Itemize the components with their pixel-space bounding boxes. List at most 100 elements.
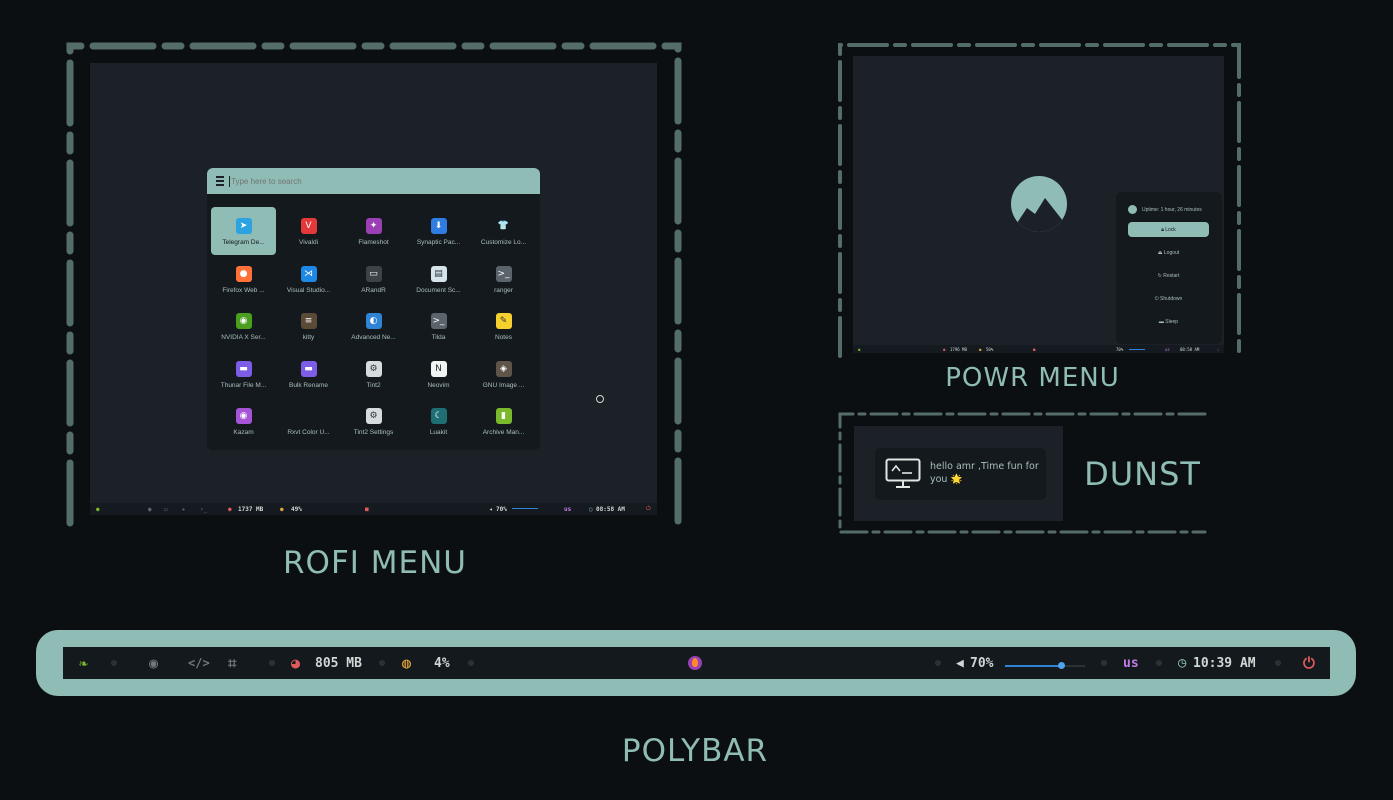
keyboard-layout[interactable]: us (1123, 647, 1139, 679)
code-icon[interactable]: </> (188, 647, 210, 679)
luakit-icon: ☾ (430, 408, 447, 424)
rofi-app-item[interactable]: >_ Tilda (406, 302, 471, 350)
firefox-icon: ● (235, 265, 252, 282)
rofi-bar-time: 08:58 AM (596, 505, 625, 513)
rofi-app-label: Rxvt Color U... (287, 429, 330, 436)
separator-dot (269, 660, 275, 666)
rofi-app-item[interactable]: ▬ Bulk Rename (276, 350, 341, 398)
sleep-option[interactable]: ▬ Sleep (1128, 314, 1209, 329)
rofi-app-item[interactable]: ◉ Kazam (211, 397, 276, 445)
rofi-app-grid: ➤ Telegram De... V Vivaldi ✦ Flameshot ⬇ Synapt… (211, 207, 536, 445)
rofi-bar-memory: 1737 MB (238, 505, 264, 513)
rofi-app-item[interactable]: V Vivaldi (276, 207, 341, 255)
arandr-icon: ▭ (365, 265, 382, 282)
memory-icon: ● (228, 505, 232, 513)
list-icon (216, 176, 224, 186)
rofi-app-item[interactable]: >_ranger (471, 255, 536, 303)
kazam-icon: ◉ (235, 408, 252, 424)
rofi-app-label: Luakit (429, 429, 448, 436)
screenshot-icon[interactable]: ⌗ (228, 647, 236, 679)
rofi-app-item[interactable]: Rxvt Color U... (276, 397, 341, 445)
dunst-caption: DUNST (1084, 455, 1201, 493)
firefox-icon[interactable]: ◉ (149, 647, 158, 679)
separator-dot (1101, 660, 1107, 666)
rofi-app-label: Kazam (233, 429, 254, 436)
customize-look-icon: 👕 (495, 218, 512, 234)
polybar: ❧ ◉ </> ⌗ ◕ 805 MB ◍ 4% ◀ 70% us ◷ 10:39… (63, 647, 1330, 679)
power-menu-panel: Uptime: 1 hour, 26 minutes 🔒︎ Lock ⏏ Log… (1116, 192, 1222, 344)
rofi-app-label: kitty (302, 334, 315, 341)
rofi-app-item[interactable]: ⋊ Visual Studio... (276, 255, 341, 303)
separator-dot (935, 660, 941, 666)
polybar-memory: 805 MB (315, 655, 362, 671)
leaf-icon[interactable]: ❧ (79, 647, 88, 679)
separator-dot (1156, 660, 1162, 666)
separator-dot (468, 660, 474, 666)
power-icon[interactable]: ⏻ (646, 505, 651, 513)
cpu-icon: ● (280, 505, 284, 513)
notes-icon: ✎ (495, 313, 512, 329)
folder-icon: ▬ (235, 360, 252, 377)
rofi-app-item[interactable]: 👕 Customize Lo... (471, 207, 536, 255)
rofi-caption: ROFI MENU (283, 545, 467, 581)
rofi-app-item[interactable]: ✎ Notes (471, 302, 536, 350)
restart-option[interactable]: ↻ Restart (1128, 268, 1209, 283)
code-icon: ▭ (164, 505, 168, 513)
flameshot-icon: ✦ (365, 218, 382, 234)
power-mini-polybar: ● ● 1796 MB ● 50% ■ 70% us 08:58 AM ◌ (853, 345, 1224, 353)
rofi-app-item[interactable]: ➤ Telegram De... (211, 207, 276, 255)
rofi-app-item[interactable]: ✦ Flameshot (341, 207, 406, 255)
rofi-app-label: Customize Lo... (480, 239, 527, 246)
volume-slider[interactable] (1129, 349, 1145, 350)
volume-icon[interactable]: ◀ (956, 647, 964, 679)
rofi-app-label: Neovim (427, 381, 450, 389)
rofi-bar-cpu: 49% (291, 505, 302, 513)
volume-slider[interactable] (512, 508, 538, 509)
rofi-app-item[interactable]: ≡ kitty (276, 302, 341, 350)
logout-option[interactable]: ⏏ Logout (1128, 245, 1209, 260)
shutdown-option[interactable]: ⏻ Shutdown (1128, 291, 1209, 306)
volume-slider[interactable] (1005, 662, 1085, 669)
home-icon (1128, 205, 1137, 214)
rofi-app-label: ranger (494, 286, 513, 294)
archive-manager-icon: ▮ (495, 408, 512, 424)
rofi-bar-keyboard: us (564, 505, 572, 513)
dunst-notification[interactable]: hello amr ,Time fun for you 🌟 (875, 448, 1046, 500)
power-bar-keyboard: us (1165, 346, 1170, 352)
memory-icon: ● (943, 346, 946, 352)
power-bar-memory: 1796 MB (950, 346, 967, 352)
rofi-search-input[interactable] (231, 176, 511, 186)
rofi-app-item[interactable]: ▭ ARandR (341, 255, 406, 303)
app-indicator-icon: ■ (1033, 346, 1036, 352)
flameshot-tray-icon[interactable] (688, 647, 702, 679)
rofi-app-item[interactable]: ◈ GNU Image ... (471, 350, 536, 398)
rofi-app-item[interactable]: ◐ Advanced Ne... (341, 302, 406, 350)
search-icon[interactable]: ◌ (1217, 347, 1219, 352)
rofi-app-item[interactable]: ⚙ Tint2 (341, 350, 406, 398)
rofi-app-item[interactable]: ⬇ Synaptic Pac... (406, 207, 471, 255)
dunst-message: hello amr ,Time fun for you 🌟 (930, 461, 1039, 485)
separator-dot (1275, 660, 1281, 666)
nvidia-icon: ◉ (235, 313, 252, 329)
rofi-app-item[interactable]: ● Firefox Web ... (211, 255, 276, 303)
uptime-row: Uptime: 1 hour, 26 minutes (1128, 205, 1202, 214)
rofi-app-item[interactable]: ☾ Luakit (406, 397, 471, 445)
rofi-app-item[interactable]: ⚙ Tint2 Settings (341, 397, 406, 445)
kitty-icon: ≡ (300, 313, 317, 329)
volume-slider-fill (1005, 665, 1061, 667)
rofi-app-item[interactable]: ▤ Document Sc... (406, 255, 471, 303)
rofi-app-item[interactable]: ◉ NVIDIA X Ser... (211, 302, 276, 350)
tint2-settings-icon: ⚙ (365, 408, 382, 424)
app-indicator-icon: ■ (365, 505, 369, 513)
lock-option[interactable]: 🔒︎ Lock (1128, 222, 1209, 237)
rofi-app-item[interactable]: ▬ Thunar File M... (211, 350, 276, 398)
clock-icon: ◷ (1178, 655, 1187, 671)
volume-slider-knob[interactable] (1058, 662, 1065, 669)
rofi-search-bar[interactable] (207, 168, 540, 194)
dunst-screen: hello amr ,Time fun for you 🌟 (854, 426, 1063, 521)
leaf-icon: ● (96, 505, 100, 513)
rofi-app-item[interactable]: N Neovim (406, 350, 471, 398)
rofi-app-item[interactable]: ▮ Archive Man... (471, 397, 536, 445)
ranger-icon: >_ (495, 265, 512, 282)
power-icon[interactable]: ⏻ (1303, 647, 1315, 679)
